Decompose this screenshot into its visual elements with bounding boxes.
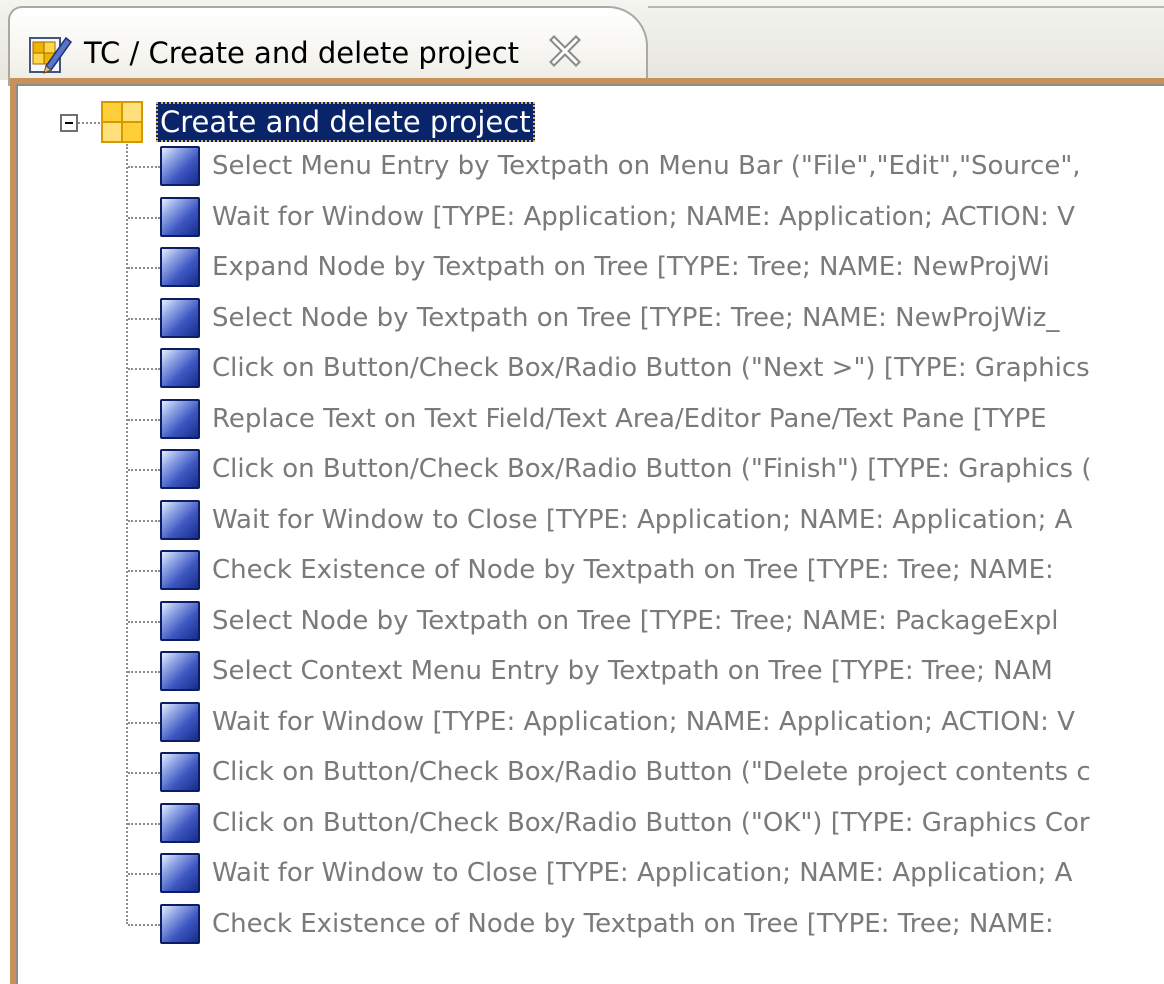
tree-connector — [128, 772, 160, 774]
testsuite-icon — [100, 100, 144, 144]
editor-tab-strip: TC / Create and delete project — [0, 0, 1164, 86]
tree-item-label: Wait for Window to Close [TYPE: Applicat… — [212, 858, 1073, 888]
tree-item-label: Replace Text on Text Field/Text Area/Edi… — [212, 403, 1047, 434]
tree-guide-line — [126, 144, 128, 924]
tree-item-label: Check Existence of Node by Textpath on T… — [212, 555, 1054, 585]
tree-connector — [128, 469, 160, 471]
teststep-icon — [160, 196, 200, 237]
teststep-icon — [160, 550, 200, 590]
tree-item-label: Click on Button/Check Box/Radio Button (… — [212, 353, 1090, 383]
teststep-icon — [160, 752, 200, 792]
teststep-icon — [160, 853, 200, 893]
tree-item-label: Click on Button/Check Box/Radio Button (… — [212, 807, 1090, 838]
tree-item-label: Select Node by Textpath on Tree [TYPE: T… — [212, 302, 1060, 333]
tree-item-label: Wait for Window to Close [TYPE: Applicat… — [212, 504, 1073, 535]
teststep-icon — [160, 903, 200, 944]
tree-connector — [128, 822, 160, 825]
tree-connector — [128, 923, 160, 926]
tab-strip-divider — [648, 6, 1164, 8]
tree-connector — [128, 267, 160, 269]
tree-item-label: Select Node by Textpath on Tree [TYPE: T… — [212, 605, 1059, 636]
tab-title: TC / Create and delete project — [84, 36, 520, 70]
tree-connector — [128, 519, 160, 522]
tree-item-label: Wait for Window [TYPE: Application; NAME… — [212, 201, 1075, 232]
editor-tab[interactable]: TC / Create and delete project — [8, 6, 648, 86]
tree-item-label: Expand Node by Textpath on Tree [TYPE: T… — [212, 252, 1050, 282]
tree-connector — [128, 166, 160, 168]
teststep-icon — [160, 398, 200, 439]
test-step-tree[interactable]: Create and delete project Select Menu En… — [16, 84, 1164, 984]
tree-connector — [128, 570, 160, 572]
tree-connector — [128, 671, 160, 673]
teststep-icon — [160, 449, 200, 489]
tree-connector — [128, 216, 160, 219]
testcase-edit-icon — [28, 32, 73, 76]
tree-connector — [128, 368, 160, 370]
collapse-toggle[interactable] — [60, 114, 78, 132]
teststep-icon — [160, 146, 200, 186]
tree-connector — [128, 620, 160, 623]
tree-root-label[interactable]: Create and delete project — [156, 102, 535, 142]
tree-connector — [128, 317, 160, 320]
teststep-icon — [160, 600, 200, 641]
test-case-editor: TC / Create and delete project Create an… — [0, 0, 1164, 984]
teststep-icon — [160, 499, 200, 540]
teststep-icon — [160, 651, 200, 691]
tree-item-label: Wait for Window [TYPE: Application; NAME… — [212, 706, 1075, 737]
tree-item-label: Select Context Menu Entry by Textpath on… — [212, 656, 1053, 686]
tree-item-label: Check Existence of Node by Textpath on T… — [212, 908, 1054, 939]
teststep-icon — [160, 348, 200, 388]
tree-item-label: Click on Button/Check Box/Radio Button (… — [212, 757, 1091, 787]
tree-item-label: Select Menu Entry by Textpath on Menu Ba… — [212, 151, 1081, 181]
editor-content-frame: Create and delete project Select Menu En… — [10, 78, 1164, 984]
close-icon[interactable] — [548, 34, 582, 68]
tree-connector — [128, 418, 160, 421]
teststep-icon — [160, 802, 200, 843]
tree-connector — [128, 721, 160, 724]
teststep-icon — [160, 247, 200, 287]
tree-connector — [128, 873, 160, 875]
teststep-icon — [160, 297, 200, 338]
teststep-icon — [160, 701, 200, 742]
tree-item-label: Click on Button/Check Box/Radio Button (… — [212, 454, 1092, 484]
tree-connector — [78, 122, 100, 124]
